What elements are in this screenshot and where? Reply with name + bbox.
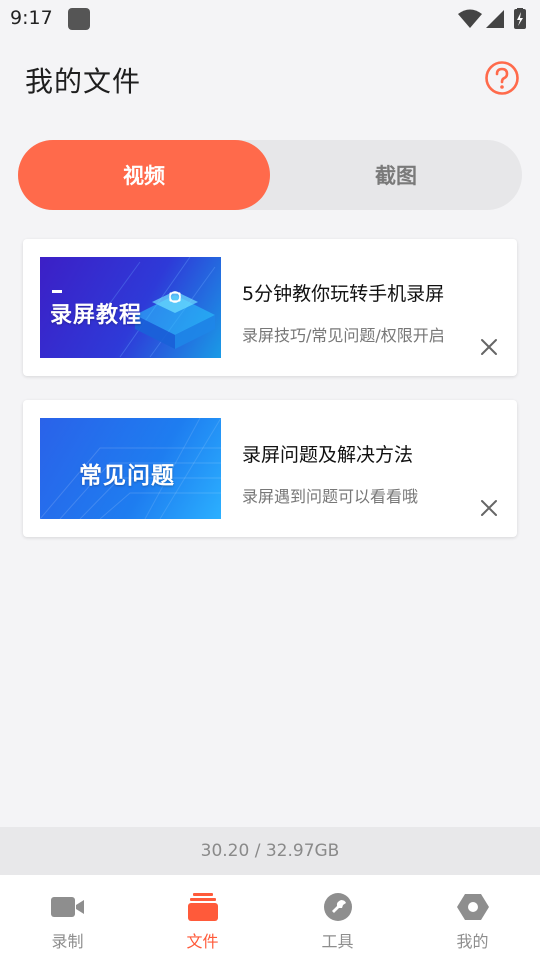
nav-label: 工具: [321, 932, 354, 951]
nav-item-files[interactable]: 文件: [135, 875, 270, 960]
screen: 9:17 我的文件 视频 截图 录屏教程 5分钟教你玩转手机录屏 录屏技巧/常见…: [0, 0, 540, 960]
folder-stack-icon: [187, 893, 218, 921]
close-icon[interactable]: [479, 498, 499, 518]
tutorial-card[interactable]: 录屏教程 5分钟教你玩转手机录屏 录屏技巧/常见问题/权限开启: [23, 239, 517, 376]
wifi-icon: [458, 9, 482, 28]
tab-video[interactable]: 视频: [18, 140, 270, 210]
tab-screenshot[interactable]: 截图: [270, 140, 522, 210]
page-title: 我的文件: [25, 65, 142, 98]
nav-label: 录制: [51, 932, 84, 951]
nav-label: 文件: [186, 932, 219, 951]
status-icons: [458, 8, 526, 29]
thumbnail-text: 常见问题: [79, 463, 175, 489]
status-bar: 9:17: [0, 0, 540, 38]
notification-app-icon: [68, 8, 90, 30]
card-subtitle: 录屏技巧/常见问题/权限开启: [242, 326, 445, 345]
thumbnail-text: 录屏教程: [50, 303, 143, 328]
video-camera-icon: [50, 897, 84, 917]
decorative-dash: [52, 290, 62, 293]
status-time: 9:17: [10, 7, 53, 29]
cellular-signal-icon: [486, 10, 504, 28]
bottom-nav: 录制 文件 工具 我的: [0, 875, 540, 960]
wrench-icon: [323, 893, 352, 921]
close-icon[interactable]: [479, 337, 499, 357]
card-title: 录屏问题及解决方法: [242, 444, 414, 466]
card-thumbnail: 常见问题: [40, 418, 221, 519]
card-title: 5分钟教你玩转手机录屏: [242, 283, 445, 305]
nav-item-tools[interactable]: 工具: [270, 875, 405, 960]
nav-label: 我的: [456, 932, 489, 951]
card-subtitle: 录屏遇到问题可以看看哦: [242, 487, 419, 506]
card-thumbnail: 录屏教程: [40, 257, 221, 358]
question-circle-icon[interactable]: [484, 60, 520, 96]
media-type-segment: 视频 截图: [18, 140, 522, 210]
nav-item-record[interactable]: 录制: [0, 875, 135, 960]
storage-usage: 30.20 / 32.97GB: [0, 827, 540, 875]
profile-hexagon-icon: [456, 894, 489, 920]
nav-item-profile[interactable]: 我的: [405, 875, 540, 960]
battery-charging-icon: [514, 8, 526, 29]
faq-card[interactable]: 常见问题 录屏问题及解决方法 录屏遇到问题可以看看哦: [23, 400, 517, 537]
